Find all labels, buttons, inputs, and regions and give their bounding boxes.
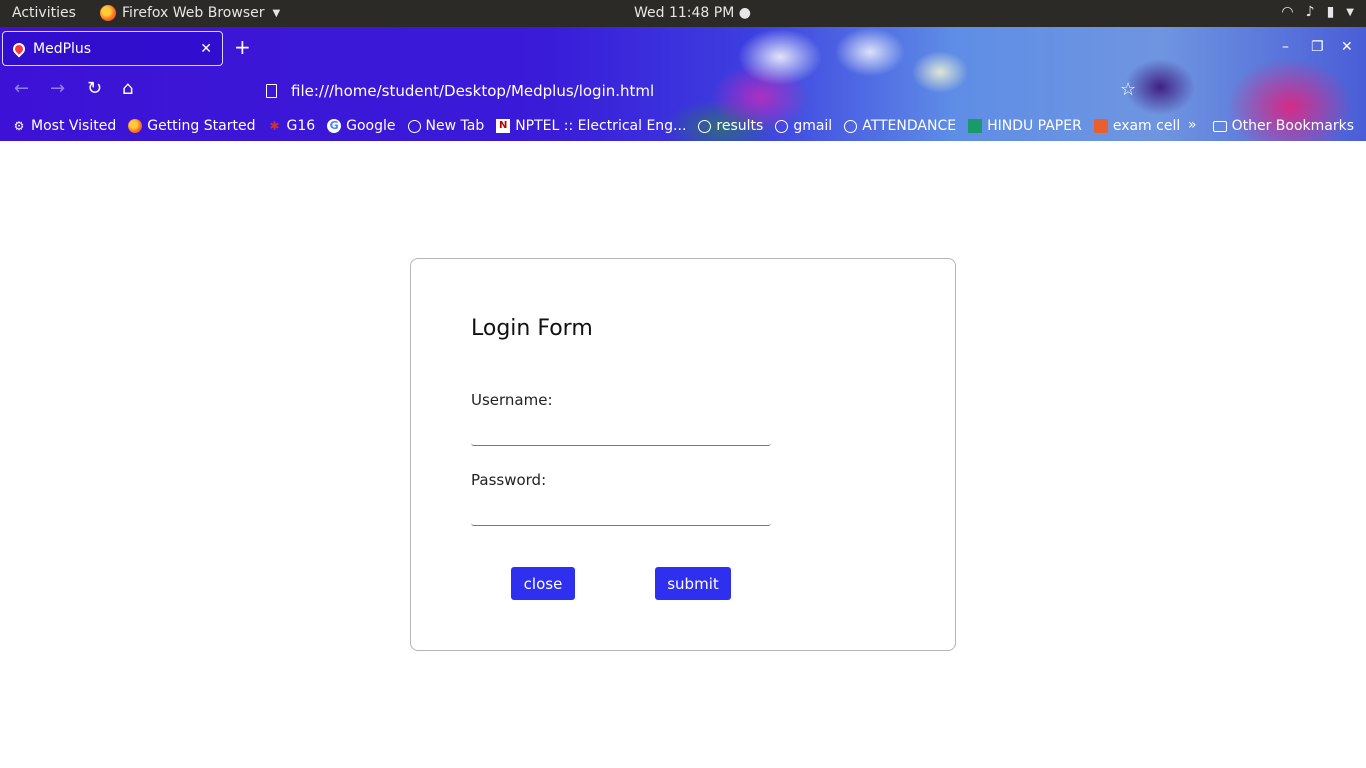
home-icon[interactable]: ⌂: [122, 79, 133, 99]
exam-icon: [1093, 119, 1108, 133]
forward-icon[interactable]: →: [50, 79, 65, 99]
tab-title: MedPlus: [33, 40, 92, 57]
browser-chrome: MedPlus ✕ + – ❐ ✕ ← → ↻ ⌂ file:///home/s…: [0, 27, 1366, 141]
bookmark-label: NPTEL :: Electrical Eng...: [515, 118, 687, 134]
bookmark-label: gmail: [793, 118, 833, 134]
bookmarks-toolbar: ⚙ Most Visited Getting Started ✱ G16 G Goog…: [0, 111, 1366, 141]
submit-button[interactable]: submit: [655, 567, 731, 600]
page-icon: [266, 84, 277, 98]
tab-medplus[interactable]: MedPlus ✕: [2, 31, 223, 66]
tray-menu-caret-icon: ▼: [1346, 6, 1354, 18]
wifi-icon: ◠: [1281, 4, 1294, 20]
password-label: Password:: [471, 471, 547, 489]
back-icon[interactable]: ←: [14, 79, 29, 99]
login-card: Login Form Username: Password: close sub…: [410, 258, 956, 651]
hindu-icon: [968, 119, 983, 133]
system-tray[interactable]: ◠ ♪ ▮ ▼: [1281, 4, 1354, 20]
bookmark-gmail[interactable]: gmail: [775, 118, 832, 134]
app-menu-label: Firefox Web Browser: [122, 5, 265, 21]
globe-icon: [698, 119, 712, 133]
system-top-bar: Activities Firefox Web Browser ▼ Wed 11:…: [0, 0, 1366, 27]
close-button[interactable]: close: [511, 567, 575, 600]
bookmark-g16[interactable]: ✱ G16: [267, 118, 315, 134]
tab-strip: MedPlus ✕ + – ❐ ✕: [0, 27, 1366, 71]
navigation-toolbar: ← → ↻ ⌂ file:///home/student/Desktop/Med…: [0, 71, 1366, 111]
other-bookmarks-label: Other Bookmarks: [1231, 118, 1354, 134]
password-input[interactable]: [471, 494, 771, 526]
bookmark-label: HINDU PAPER: [987, 118, 1082, 134]
bookmark-results[interactable]: results: [698, 118, 763, 134]
globe-icon: [844, 119, 858, 133]
url-bar[interactable]: file:///home/student/Desktop/Medplus/log…: [258, 77, 1138, 105]
bookmarks-overflow-icon[interactable]: »: [1188, 117, 1197, 133]
caret-down-icon: ▼: [272, 7, 281, 19]
google-icon: G: [327, 119, 342, 133]
bookmark-new-tab[interactable]: New Tab: [407, 118, 485, 134]
bug-icon: ✱: [269, 119, 280, 133]
activities-button[interactable]: Activities: [12, 5, 76, 21]
username-input[interactable]: [471, 414, 771, 446]
clock[interactable]: Wed 11:48 PM ●: [634, 5, 751, 21]
restore-icon[interactable]: ❐: [1311, 39, 1324, 55]
volume-icon: ♪: [1305, 4, 1315, 20]
new-tab-button[interactable]: +: [234, 37, 251, 57]
url-text: file:///home/student/Desktop/Medplus/log…: [291, 82, 655, 100]
bookmark-exam-cell[interactable]: exam cell: [1093, 118, 1181, 134]
notification-dot-icon: ●: [738, 5, 751, 21]
bookmark-label: ATTENDANCE: [862, 118, 957, 134]
battery-icon: ▮: [1326, 4, 1335, 20]
bookmark-getting-started[interactable]: Getting Started: [128, 118, 255, 134]
medplus-favicon-icon: [10, 40, 28, 57]
bookmark-label: Google: [346, 118, 396, 134]
bookmark-label: Most Visited: [31, 118, 117, 134]
reload-icon[interactable]: ↻: [87, 79, 102, 99]
bookmark-google[interactable]: G Google: [327, 118, 396, 134]
bookmark-label: New Tab: [425, 118, 485, 134]
minimize-icon[interactable]: –: [1282, 39, 1289, 55]
username-label: Username:: [471, 391, 553, 409]
page-content: Login Form Username: Password: close sub…: [0, 141, 1366, 768]
login-title: Login Form: [471, 316, 593, 341]
bookmark-label: results: [716, 118, 764, 134]
bookmark-star-icon[interactable]: ☆: [1120, 79, 1136, 100]
globe-icon: [407, 119, 421, 133]
gear-icon: ⚙: [13, 119, 25, 133]
bookmark-most-visited[interactable]: ⚙ Most Visited: [12, 118, 117, 134]
bookmark-hindu-paper[interactable]: HINDU PAPER: [968, 118, 1082, 134]
clock-label: Wed 11:48 PM: [634, 5, 735, 21]
bookmark-label: Getting Started: [147, 118, 256, 134]
bookmark-attendance[interactable]: ATTENDANCE: [844, 118, 956, 134]
folder-icon: [1212, 120, 1227, 132]
firefox-icon: [128, 119, 143, 133]
bookmark-label: exam cell: [1112, 118, 1181, 134]
bookmark-label: G16: [286, 118, 316, 134]
bookmark-nptel[interactable]: N NPTEL :: Electrical Eng...: [496, 118, 686, 134]
firefox-icon: [100, 5, 116, 21]
close-tab-icon[interactable]: ✕: [200, 41, 212, 57]
close-window-icon[interactable]: ✕: [1341, 39, 1353, 55]
globe-icon: [775, 119, 789, 133]
app-menu[interactable]: Firefox Web Browser ▼: [100, 5, 280, 21]
other-bookmarks[interactable]: Other Bookmarks: [1212, 118, 1354, 134]
nptel-icon: N: [496, 119, 511, 133]
